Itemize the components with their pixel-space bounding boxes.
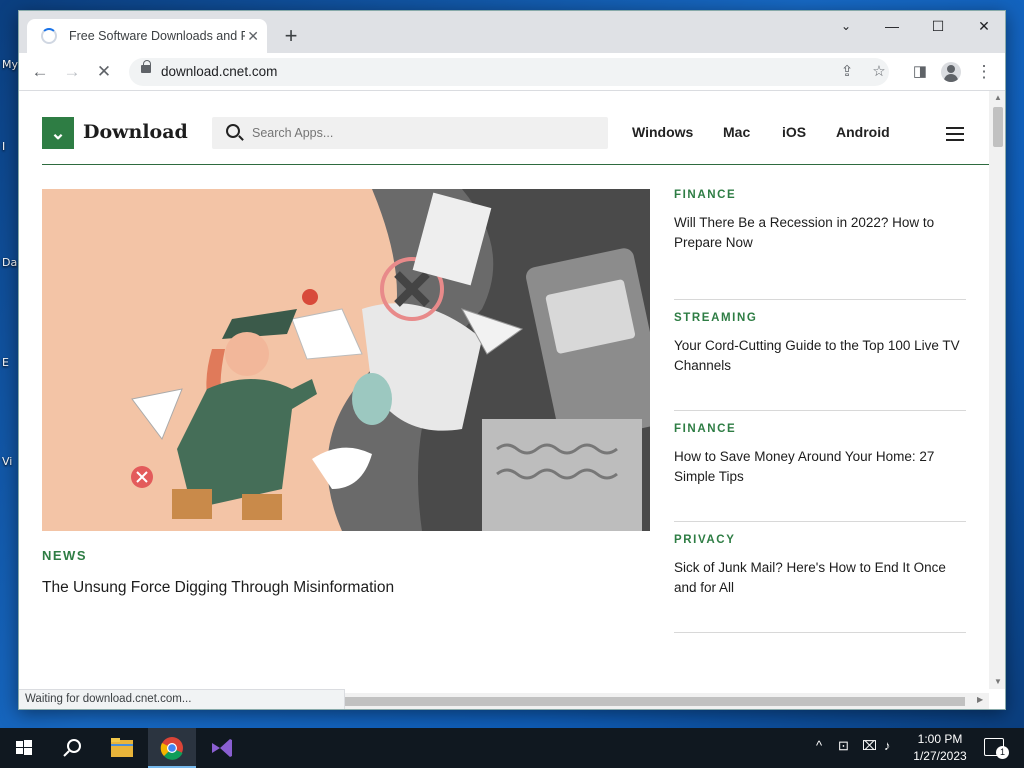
hero-category[interactable]: NEWS xyxy=(42,548,87,563)
chevron-up-icon[interactable]: ^ xyxy=(816,738,822,753)
nav-android[interactable]: Android xyxy=(836,124,890,140)
notification-count-badge: 1 xyxy=(996,746,1009,759)
site-logo[interactable]: Download xyxy=(83,121,188,143)
article-list: FINANCE Will There Be a Recession in 202… xyxy=(674,189,966,633)
windows-start-icon[interactable] xyxy=(0,728,48,768)
hero-title[interactable]: The Unsung Force Digging Through Misinfo… xyxy=(42,579,394,597)
share-icon[interactable]: ⇪ xyxy=(834,59,860,85)
desktop-icon-label[interactable]: E xyxy=(2,356,9,369)
vertical-scrollbar[interactable]: ▲ ▼ xyxy=(989,91,1005,689)
list-item[interactable]: PRIVACY Sick of Junk Mail? Here's How to… xyxy=(674,522,966,633)
lock-icon[interactable] xyxy=(141,60,151,73)
horizontal-scrollbar[interactable]: ▶ xyxy=(345,693,989,709)
browser-window: Free Software Downloads and Reviews ✕ + … xyxy=(18,10,1006,710)
action-center-icon[interactable]: ⊡ xyxy=(838,738,849,754)
search-input[interactable] xyxy=(252,123,592,143)
list-item[interactable]: FINANCE Will There Be a Recession in 202… xyxy=(674,189,966,300)
browser-toolbar: ← → ✕ download.cnet.com ⇪ ☆ ◨ ⋮ xyxy=(19,53,1005,91)
scroll-down-arrow-icon[interactable]: ▼ xyxy=(994,677,1002,686)
article-title[interactable]: Will There Be a Recession in 2022? How t… xyxy=(674,213,966,253)
file-explorer-icon[interactable] xyxy=(98,728,146,768)
search-icon[interactable] xyxy=(226,124,240,138)
search-bar[interactable] xyxy=(212,117,608,149)
article-category[interactable]: FINANCE xyxy=(674,423,736,435)
clock-time: 1:00 PM xyxy=(917,732,963,746)
hero-image[interactable] xyxy=(42,189,650,531)
chrome-icon[interactable] xyxy=(148,728,196,768)
close-window-icon[interactable]: ✕ xyxy=(961,11,1005,41)
scroll-right-arrow-icon[interactable]: ▶ xyxy=(977,695,983,704)
article-category[interactable]: STREAMING xyxy=(674,312,757,324)
download-logo-icon[interactable]: ⌄ xyxy=(42,117,74,149)
volume-icon[interactable]: ♪ xyxy=(884,738,891,753)
article-category[interactable]: FINANCE xyxy=(674,189,736,201)
forward-arrow-icon[interactable]: → xyxy=(59,59,85,85)
system-clock[interactable]: 1:00 PM 1/27/2023 xyxy=(904,731,976,765)
profile-icon[interactable] xyxy=(941,62,961,82)
nav-windows[interactable]: Windows xyxy=(632,124,693,140)
taskbar-search-icon[interactable] xyxy=(48,728,96,768)
tab-loading-spinner-icon xyxy=(41,28,57,44)
stop-loading-icon[interactable]: ✕ xyxy=(91,59,117,85)
article-title[interactable]: Your Cord-Cutting Guide to the Top 100 L… xyxy=(674,336,966,376)
status-bar: Waiting for download.cnet.com... xyxy=(19,689,345,709)
desktop-icon-label[interactable]: I xyxy=(2,140,5,153)
maximize-icon[interactable]: ☐ xyxy=(915,11,961,41)
desktop-icon-label[interactable]: Da xyxy=(2,256,17,269)
star-icon[interactable]: ☆ xyxy=(866,59,892,85)
chevron-down-icon[interactable]: ⌄ xyxy=(823,11,869,41)
nav-mac[interactable]: Mac xyxy=(723,124,750,140)
scroll-up-arrow-icon[interactable]: ▲ xyxy=(994,93,1002,102)
vertical-scroll-thumb[interactable] xyxy=(993,107,1003,147)
horizontal-scroll-thumb[interactable] xyxy=(345,697,965,706)
article-category[interactable]: PRIVACY xyxy=(674,534,735,546)
article-title[interactable]: Sick of Junk Mail? Here's How to End It … xyxy=(674,558,966,598)
visual-studio-icon[interactable] xyxy=(198,728,246,768)
desktop-icon-label[interactable]: Vi xyxy=(2,455,12,468)
desktop-icon-label[interactable]: My xyxy=(2,58,18,71)
taskbar: ^ ⊡ ⌧ ♪ 1:00 PM 1/27/2023 1 xyxy=(0,728,1024,768)
back-arrow-icon[interactable]: ← xyxy=(27,59,53,85)
side-panel-icon[interactable]: ◨ xyxy=(907,59,933,85)
hamburger-menu-icon[interactable] xyxy=(946,127,964,141)
browser-tab[interactable]: Free Software Downloads and Reviews ✕ xyxy=(27,19,267,53)
nav-ios[interactable]: iOS xyxy=(782,124,806,140)
article-title[interactable]: How to Save Money Around Your Home: 27 S… xyxy=(674,447,966,487)
minimize-icon[interactable]: — xyxy=(869,11,915,41)
network-icon[interactable]: ⌧ xyxy=(862,738,877,754)
close-icon[interactable]: ✕ xyxy=(247,28,259,45)
more-vert-icon[interactable]: ⋮ xyxy=(971,59,997,85)
list-item[interactable]: FINANCE How to Save Money Around Your Ho… xyxy=(674,411,966,522)
tab-strip: Free Software Downloads and Reviews ✕ + … xyxy=(19,11,1005,53)
url-text[interactable]: download.cnet.com xyxy=(161,64,277,79)
list-item[interactable]: STREAMING Your Cord-Cutting Guide to the… xyxy=(674,300,966,411)
tab-title: Free Software Downloads and Reviews xyxy=(69,29,245,43)
plus-icon[interactable]: + xyxy=(277,23,305,51)
site-header: ⌄ Download Windows Mac iOS Android xyxy=(42,115,989,165)
address-bar[interactable]: download.cnet.com ⇪ ☆ xyxy=(129,58,889,86)
clock-date: 1/27/2023 xyxy=(913,749,967,763)
